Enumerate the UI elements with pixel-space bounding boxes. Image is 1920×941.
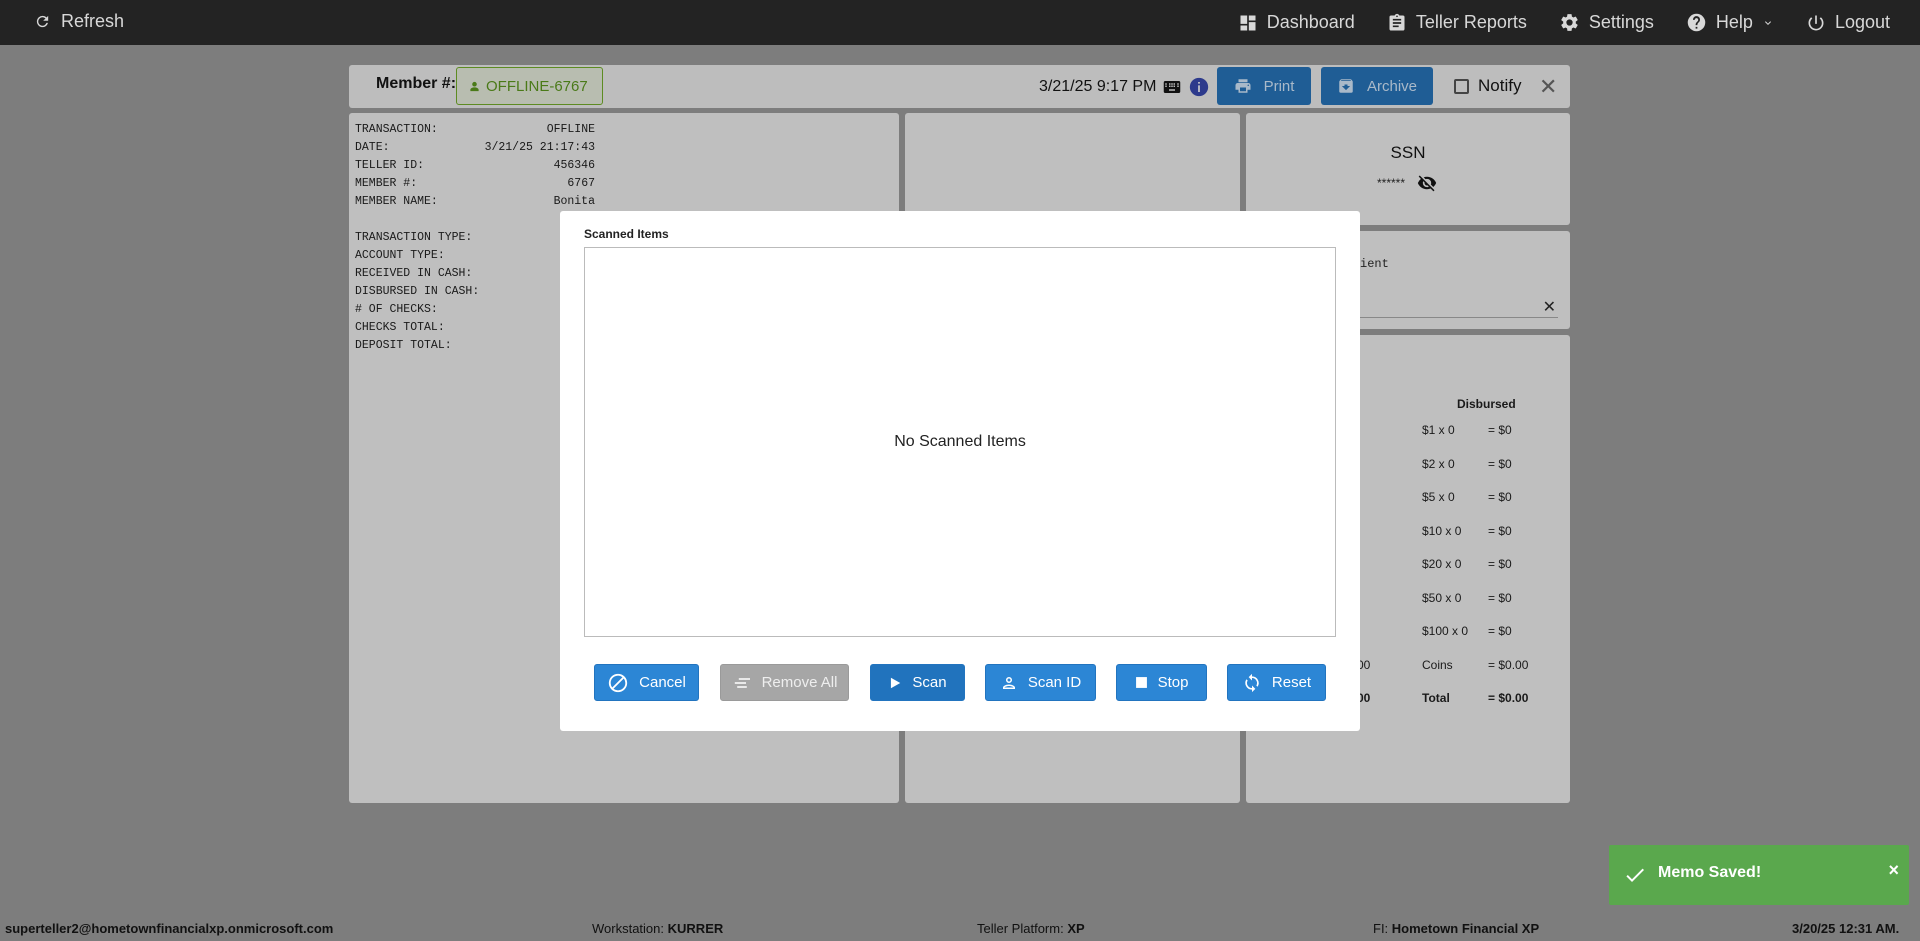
nav-settings-label: Settings: [1588, 12, 1654, 32]
nav-help[interactable]: Help: [1686, 12, 1774, 33]
clipboard-icon: [1389, 13, 1405, 31]
reset-label: Reset: [1271, 674, 1312, 691]
dialog-buttons: Cancel Remove All Scan Scan ID Stop Rese…: [594, 664, 1334, 702]
play-icon: [891, 677, 901, 688]
status-fi: FI: Hometown Financial XP: [1373, 921, 1540, 936]
main-nav: Dashboard Teller Reports Settings Help L…: [1238, 0, 1890, 45]
memo-saved-toast: Memo Saved! ×: [1609, 845, 1909, 905]
scan-button[interactable]: Scan: [870, 664, 965, 701]
cancel-icon: [608, 673, 628, 692]
nav-logout[interactable]: Logout: [1806, 12, 1890, 33]
status-user: superteller2@hometownfinancialxp.onmicro…: [5, 921, 334, 936]
dashboard-icon: [1240, 15, 1256, 30]
gear-icon: [1561, 14, 1578, 31]
remove-all-label: Remove All: [761, 674, 838, 691]
stop-button[interactable]: Stop: [1116, 664, 1207, 701]
cancel-button[interactable]: Cancel: [594, 664, 699, 701]
empty-message: No Scanned Items: [894, 433, 1026, 450]
nav-teller-reports-label: Teller Reports: [1415, 12, 1527, 32]
toast-message: Memo Saved!: [1658, 864, 1762, 881]
refresh-button[interactable]: Refresh: [34, 11, 124, 32]
reset-button[interactable]: Reset: [1227, 664, 1326, 701]
status-workstation: Workstation: KURRER: [592, 921, 724, 936]
refresh-icon: [36, 15, 49, 28]
status-bar: superteller2@hometownfinancialxp.onmicro…: [0, 915, 1920, 941]
nav-settings[interactable]: Settings: [1559, 12, 1654, 33]
scanned-items-dialog: Scanned Items No Scanned Items Cancel Re…: [560, 211, 1360, 731]
nav-dashboard-label: Dashboard: [1266, 12, 1355, 32]
stop-label: Stop: [1157, 674, 1189, 691]
clear-all-icon: [734, 677, 750, 688]
status-platform: Teller Platform: XP: [977, 921, 1085, 936]
cancel-label: Cancel: [639, 674, 686, 691]
toast-close-button[interactable]: ×: [1888, 860, 1899, 881]
scan-label: Scan: [912, 674, 947, 691]
chevron-down-icon: [1764, 20, 1771, 25]
refresh-label: Refresh: [61, 11, 125, 31]
dialog-title: Scanned Items: [584, 227, 669, 241]
help-icon: [1687, 13, 1706, 32]
status-datetime: 3/20/25 12:31 AM.: [1792, 921, 1900, 936]
nav-teller-reports[interactable]: Teller Reports: [1387, 12, 1527, 33]
top-navbar: Refresh Dashboard Teller Reports Setting…: [0, 0, 1920, 45]
nav-help-label: Help: [1715, 12, 1753, 32]
nav-dashboard[interactable]: Dashboard: [1238, 12, 1355, 33]
scan-id-button[interactable]: Scan ID: [985, 664, 1096, 701]
scan-id-label: Scan ID: [1027, 674, 1082, 691]
person-icon: [1002, 676, 1015, 689]
check-icon: [1626, 868, 1644, 882]
remove-all-button[interactable]: Remove All: [720, 664, 849, 701]
power-icon: [1808, 15, 1824, 30]
nav-logout-label: Logout: [1834, 12, 1890, 32]
stop-icon: [1135, 677, 1147, 688]
sync-icon: [1245, 673, 1259, 692]
scanned-items-area: No Scanned Items: [584, 247, 1336, 637]
